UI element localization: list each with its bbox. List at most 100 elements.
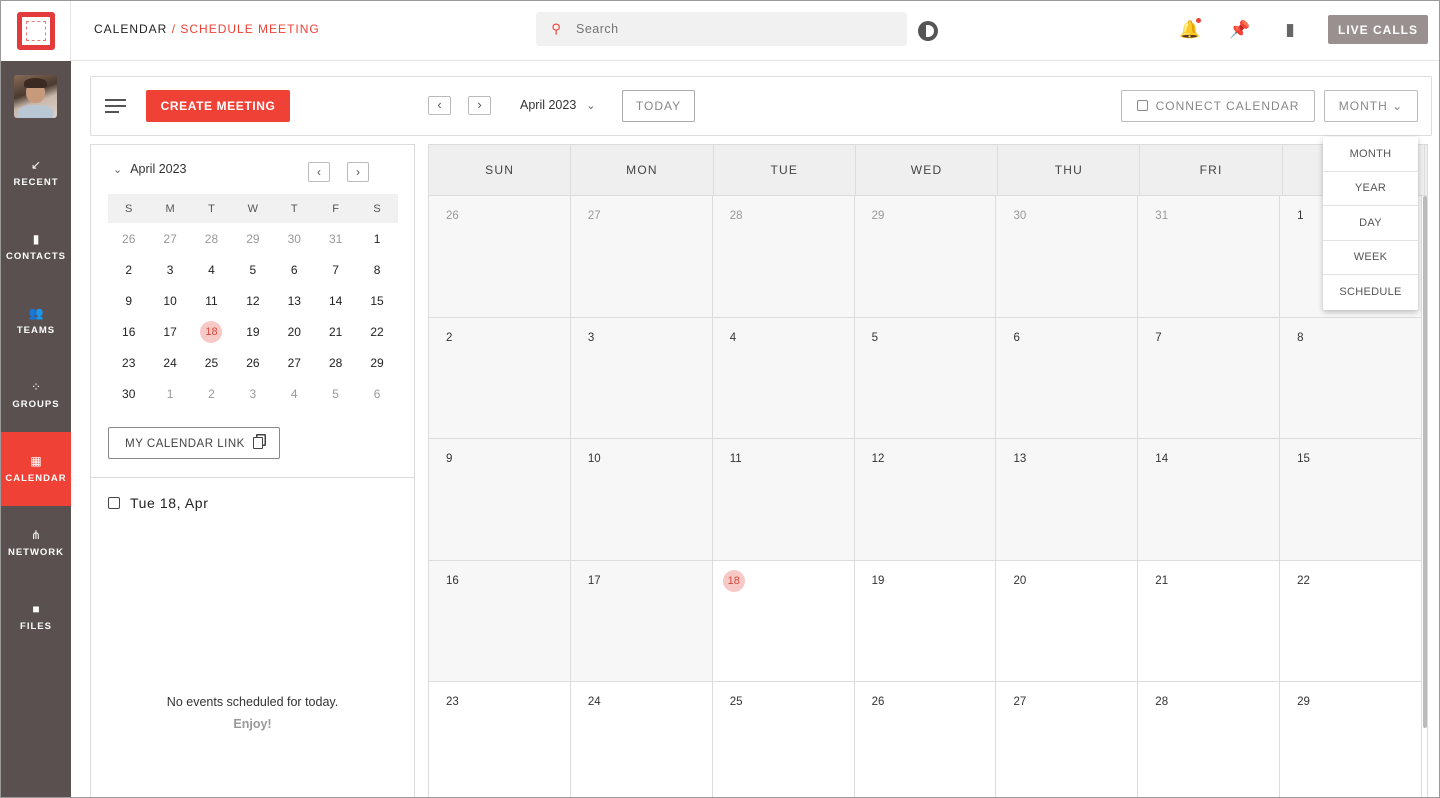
- mini-day[interactable]: 1: [356, 232, 397, 246]
- mini-day[interactable]: 6: [274, 263, 315, 277]
- day-cell[interactable]: 17: [570, 560, 713, 681]
- day-cell[interactable]: 27: [996, 682, 1139, 797]
- mini-day[interactable]: 28: [191, 232, 232, 246]
- mini-day[interactable]: 27: [149, 232, 190, 246]
- day-cell[interactable]: 2: [429, 317, 571, 438]
- mini-day[interactable]: 29: [232, 232, 273, 246]
- prev-month-button[interactable]: ‹: [428, 96, 451, 115]
- view-option-month[interactable]: MONTH: [1323, 137, 1418, 172]
- day-cell[interactable]: 6: [996, 317, 1139, 438]
- day-cell[interactable]: 26: [429, 196, 571, 317]
- day-cell[interactable]: 11: [712, 439, 855, 560]
- mini-day[interactable]: 30: [274, 232, 315, 246]
- day-cell[interactable]: 13: [996, 439, 1139, 560]
- sidebar-item-network[interactable]: ⋔ NETWORK: [1, 506, 71, 580]
- mini-day[interactable]: 16: [108, 325, 149, 339]
- my-calendar-link-button[interactable]: MY CALENDAR LINK: [108, 427, 280, 459]
- day-cell[interactable]: 15: [1280, 439, 1423, 560]
- month-select[interactable]: April 2023 ⌄: [520, 98, 596, 112]
- mini-calendar-title[interactable]: ⌄ April 2023: [113, 162, 187, 176]
- day-cell[interactable]: 14: [1138, 439, 1281, 560]
- sidebar-item-recent[interactable]: ↙ RECENT: [1, 136, 71, 210]
- mini-day[interactable]: 27: [274, 356, 315, 370]
- day-cell[interactable]: 25: [713, 682, 855, 797]
- day-cell[interactable]: 23: [429, 682, 571, 797]
- avatar[interactable]: [14, 75, 57, 118]
- day-cell[interactable]: 20: [996, 560, 1139, 681]
- mini-day[interactable]: 6: [356, 387, 397, 401]
- mini-day[interactable]: 25: [191, 356, 232, 370]
- sidebar-item-teams[interactable]: 👥 TEAMS: [1, 284, 71, 358]
- day-cell[interactable]: 28: [712, 196, 855, 317]
- view-option-week[interactable]: WEEK: [1323, 241, 1418, 275]
- today-button[interactable]: TODAY: [622, 90, 695, 122]
- view-option-day[interactable]: DAY: [1323, 206, 1418, 241]
- mini-day[interactable]: 26: [108, 232, 149, 246]
- mini-day-today[interactable]: 18: [191, 320, 232, 343]
- create-meeting-button[interactable]: CREATE MEETING: [146, 90, 290, 122]
- day-cell[interactable]: 19: [855, 560, 997, 681]
- mini-day[interactable]: 24: [149, 356, 190, 370]
- mini-day[interactable]: 15: [356, 294, 397, 308]
- mini-day[interactable]: 29: [356, 356, 397, 370]
- mini-day[interactable]: 5: [232, 263, 273, 277]
- live-calls-button[interactable]: LIVE CALLS: [1328, 15, 1428, 44]
- mini-day[interactable]: 8: [356, 263, 397, 277]
- connect-calendar-button[interactable]: CONNECT CALENDAR: [1121, 90, 1315, 122]
- mini-day[interactable]: 4: [191, 263, 232, 277]
- view-option-schedule[interactable]: SCHEDULE: [1323, 275, 1418, 310]
- day-cell[interactable]: 22: [1280, 560, 1423, 681]
- mini-next-button[interactable]: ›: [347, 162, 369, 182]
- day-cell-today[interactable]: 18: [713, 560, 855, 681]
- mini-day[interactable]: 9: [108, 294, 149, 308]
- mini-prev-button[interactable]: ‹: [308, 162, 330, 182]
- mini-day[interactable]: 4: [274, 387, 315, 401]
- mini-day[interactable]: 31: [315, 232, 356, 246]
- view-select-button[interactable]: MONTH ⌄: [1324, 90, 1418, 122]
- mini-day[interactable]: 26: [232, 356, 273, 370]
- mini-day[interactable]: 17: [149, 325, 190, 339]
- day-cell[interactable]: 8: [1280, 317, 1423, 438]
- mini-day[interactable]: 13: [274, 294, 315, 308]
- mini-day[interactable]: 28: [315, 356, 356, 370]
- mini-day[interactable]: 21: [315, 325, 356, 339]
- day-cell[interactable]: 4: [712, 317, 855, 438]
- day-cell[interactable]: 3: [570, 317, 713, 438]
- mini-day[interactable]: 22: [356, 325, 397, 339]
- day-cell[interactable]: 16: [429, 560, 571, 681]
- mini-day[interactable]: 7: [315, 263, 356, 277]
- day-cell[interactable]: 9: [429, 439, 571, 560]
- day-cell[interactable]: 28: [1138, 682, 1281, 797]
- mini-day[interactable]: 12: [232, 294, 273, 308]
- mini-day[interactable]: 10: [149, 294, 190, 308]
- menu-icon[interactable]: [105, 99, 126, 113]
- day-cell[interactable]: 26: [855, 682, 997, 797]
- day-cell[interactable]: 24: [571, 682, 713, 797]
- day-cell[interactable]: 30: [996, 196, 1139, 317]
- day-cell[interactable]: 10: [570, 439, 713, 560]
- day-cell[interactable]: 29: [1280, 682, 1423, 797]
- day-cell[interactable]: 5: [854, 317, 997, 438]
- sidebar-item-contacts[interactable]: ▮ CONTACTS: [1, 210, 71, 284]
- day-cell[interactable]: 27: [570, 196, 713, 317]
- notifications-bell-icon[interactable]: 🔔: [1179, 18, 1201, 41]
- theme-toggle-icon[interactable]: [918, 21, 938, 41]
- mini-day[interactable]: 20: [274, 325, 315, 339]
- mini-day[interactable]: 2: [191, 387, 232, 401]
- day-cell[interactable]: 12: [854, 439, 997, 560]
- mini-day[interactable]: 2: [108, 263, 149, 277]
- mini-day[interactable]: 14: [315, 294, 356, 308]
- mini-day[interactable]: 19: [232, 325, 273, 339]
- app-logo[interactable]: [1, 1, 71, 61]
- mini-day[interactable]: 3: [149, 263, 190, 277]
- day-cell[interactable]: 7: [1138, 317, 1281, 438]
- sidebar-item-groups[interactable]: ⁘ GROUPS: [1, 358, 71, 432]
- sidebar-item-files[interactable]: ■ FILES: [1, 580, 71, 654]
- view-option-year[interactable]: YEAR: [1323, 172, 1418, 206]
- mini-day[interactable]: 11: [191, 294, 232, 308]
- next-month-button[interactable]: ›: [468, 96, 491, 115]
- mini-day[interactable]: 1: [149, 387, 190, 401]
- mini-day[interactable]: 3: [232, 387, 273, 401]
- breadcrumb-root[interactable]: CALENDAR: [94, 22, 167, 36]
- scrollbar[interactable]: [1423, 196, 1427, 728]
